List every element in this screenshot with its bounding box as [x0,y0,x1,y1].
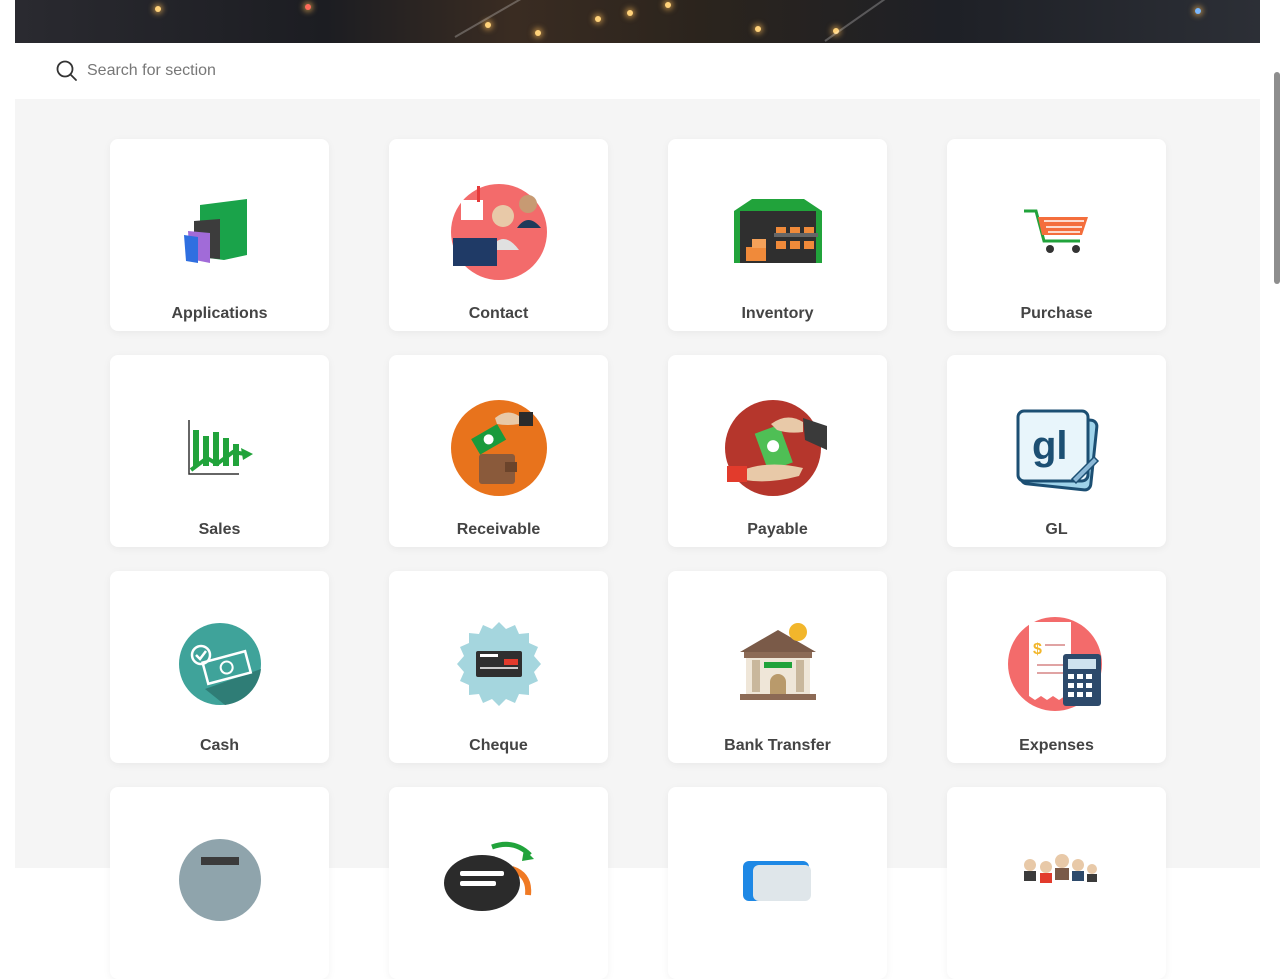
search-icon[interactable] [55,59,79,83]
section-label: Sales [198,521,241,538]
contact-icon [444,177,554,287]
section-label: Receivable [456,521,541,538]
receivable-wallet-icon [444,393,554,503]
section-card-contact[interactable]: Contact [389,139,608,331]
partial-people-icon [1002,825,1112,935]
section-label: Expenses [1019,737,1094,754]
partial-gray-icon [165,825,275,935]
section-label: Cheque [469,737,528,754]
sales-chart-icon [165,393,275,503]
inventory-warehouse-icon [723,177,833,287]
page-scrollbar[interactable] [1274,72,1280,284]
section-card-sales[interactable]: Sales [110,355,329,547]
section-label: Applications [171,305,268,322]
section-card-partial-1[interactable] [110,787,329,979]
shopping-cart-icon [1002,177,1112,287]
svg-text:$: $ [1033,641,1042,658]
svg-text:gl: gl [1032,424,1068,468]
search-input[interactable] [87,62,487,80]
section-card-partial-3[interactable] [668,787,887,979]
section-card-inventory[interactable]: Inventory [668,139,887,331]
payable-hand-money-icon [723,393,833,503]
section-card-expenses[interactable]: $ Expenses [947,571,1166,763]
section-label: Payable [747,521,808,538]
applications-icon [165,177,275,287]
section-card-partial-4[interactable] [947,787,1166,979]
section-card-payable[interactable]: Payable [668,355,887,547]
header-banner-image [15,0,1260,43]
expenses-calculator-icon: $ [1002,609,1112,719]
section-label: GL [1045,521,1068,538]
section-card-bank-transfer[interactable]: Bank Transfer [668,571,887,763]
section-card-purchase[interactable]: Purchase [947,139,1166,331]
section-card-applications[interactable]: Applications [110,139,329,331]
section-label: Inventory [741,305,814,322]
section-card-cheque[interactable]: Cheque [389,571,608,763]
section-card-partial-2[interactable] [389,787,608,979]
partial-blue-card-icon [723,825,833,935]
section-card-receivable[interactable]: Receivable [389,355,608,547]
cash-icon [165,609,275,719]
section-card-cash[interactable]: Cash [110,571,329,763]
section-label: Bank Transfer [724,737,831,754]
cheque-icon [444,609,554,719]
section-label: Purchase [1020,305,1093,322]
section-label: Contact [468,305,529,322]
section-card-gl[interactable]: gl GL [947,355,1166,547]
section-label: Cash [199,737,240,754]
gl-icon: gl [1002,393,1112,503]
page-frame: Applications Contact [15,0,1260,979]
bank-icon [723,609,833,719]
partial-sync-icon [443,825,554,935]
search-bar [15,43,1260,99]
